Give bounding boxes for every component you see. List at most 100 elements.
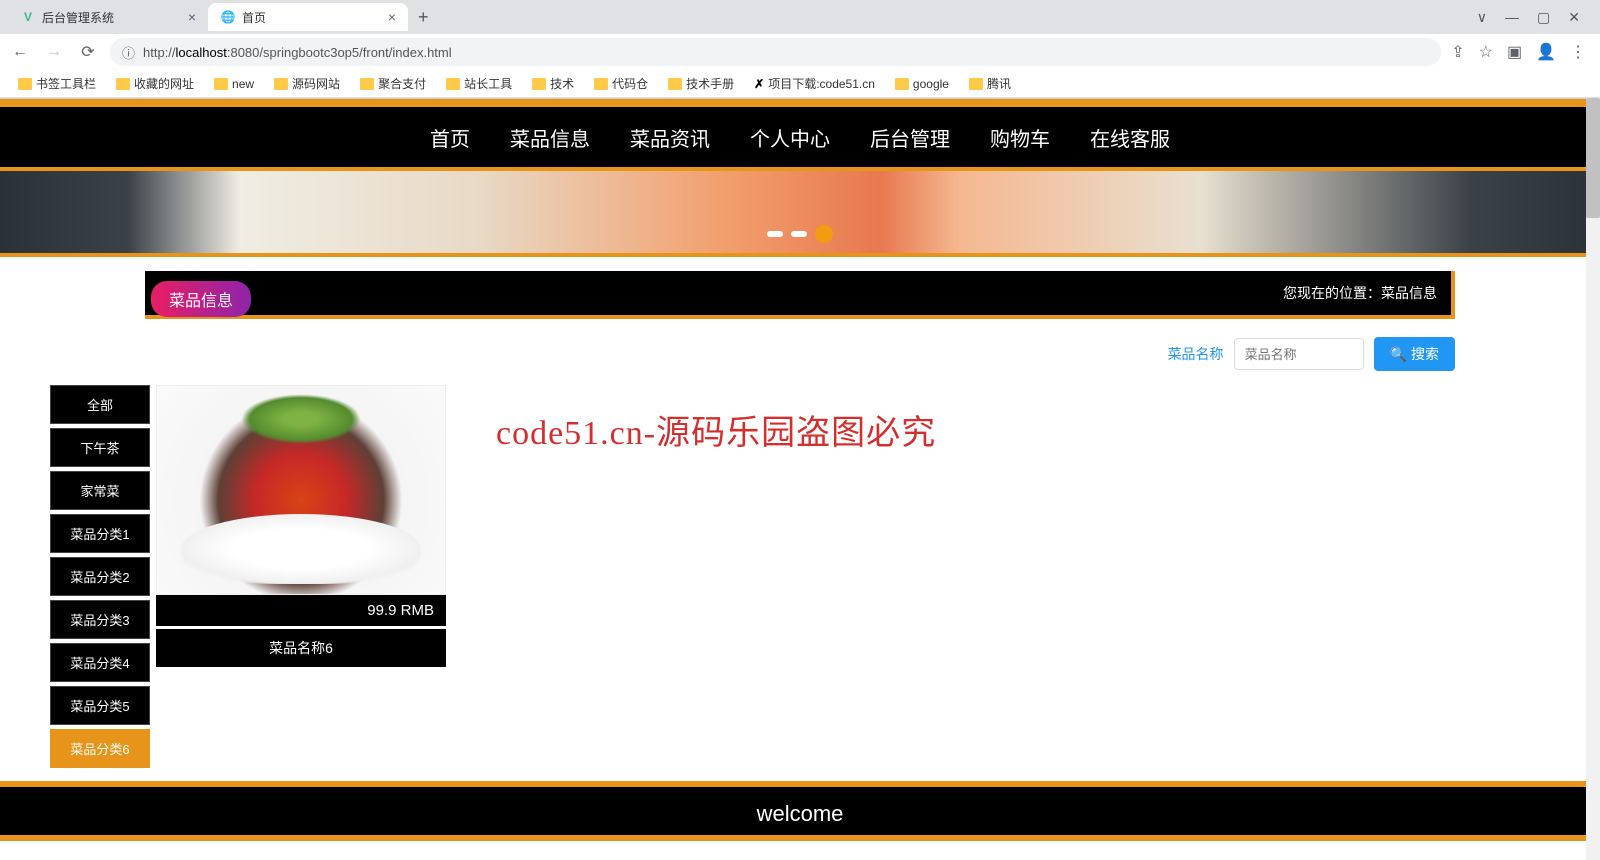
- bookmark-item[interactable]: 代码仓: [586, 73, 656, 94]
- category-button[interactable]: 菜品分类2: [50, 557, 150, 596]
- tab-bar: V 后台管理系统 × 🌐 首页 × + ∨ — ▢ ✕: [0, 0, 1600, 34]
- close-icon[interactable]: ×: [388, 9, 396, 25]
- carousel-dot-3[interactable]: [815, 225, 833, 243]
- category-sidebar: 全部下午茶家常菜菜品分类1 菜品分类2 菜品分类3 菜品分类4 菜品分类5 菜品分类6: [50, 385, 150, 768]
- browser-chrome: V 后台管理系统 × 🌐 首页 × + ∨ — ▢ ✕ ← → ⟳ ⓘ http…: [0, 0, 1600, 99]
- main-nav: 首页 菜品信息 菜品资讯 个人中心 后台管理 购物车 在线客服: [0, 107, 1600, 167]
- reload-button[interactable]: ⟳: [76, 40, 100, 64]
- vue-favicon: V: [20, 9, 36, 25]
- folder-icon: [594, 78, 608, 90]
- category-button[interactable]: 菜品分类6: [50, 729, 150, 768]
- section-title-bar: 菜品信息 您现在的位置：菜品信息: [145, 271, 1455, 319]
- menu-icon[interactable]: ⋮: [1570, 42, 1586, 62]
- star-icon[interactable]: ☆: [1479, 42, 1493, 62]
- bookmark-label: new: [232, 77, 254, 91]
- folder-icon: [214, 78, 228, 90]
- scrollbar-thumb[interactable]: [1586, 98, 1600, 218]
- bookmark-label: 聚合支付: [378, 75, 426, 92]
- nav-link[interactable]: 后台管理: [870, 123, 950, 152]
- new-tab-button[interactable]: +: [408, 7, 439, 28]
- address-actions: ⇪ ☆ ▣ 👤 ⋮: [1451, 42, 1592, 62]
- page-content: 首页菜品信息菜品资讯个人中心后台管理购物车在线客服 菜品信息 您现在的位置：菜品…: [0, 99, 1600, 841]
- share-icon[interactable]: ⇪: [1451, 42, 1464, 62]
- category-button[interactable]: 家常菜: [50, 471, 150, 510]
- nav-link[interactable]: 个人中心: [750, 123, 830, 152]
- url-port: :8080: [227, 45, 260, 60]
- bookmark-item[interactable]: new: [206, 75, 262, 93]
- url-path: /springbootc3op5/front/index.html: [259, 45, 451, 60]
- bookmark-item[interactable]: 技术: [524, 73, 582, 94]
- bookmark-item[interactable]: 腾讯: [961, 73, 1019, 94]
- profile-icon[interactable]: 👤: [1536, 42, 1556, 62]
- carousel-dot-2[interactable]: [791, 231, 807, 237]
- bookmarks-bar: 书签工具栏 收藏的网址 new 源码网站 聚合支付 站长工具 技术代码仓技术手册 ✗ 项目下载:…: [0, 70, 1600, 98]
- globe-icon: 🌐: [220, 9, 236, 25]
- section-title: 菜品信息: [151, 281, 251, 317]
- url-input[interactable]: ⓘ http://localhost:8080/springbootc3op5/…: [110, 38, 1441, 66]
- nav-link[interactable]: 购物车: [990, 123, 1050, 152]
- category-button[interactable]: 菜品分类3: [50, 600, 150, 639]
- footer-text: welcome: [757, 801, 844, 826]
- product-area: 99.9 RMB 菜品名称6 code51.cn-源码乐园盗图必究: [156, 385, 1455, 768]
- back-button[interactable]: ←: [8, 40, 32, 64]
- folder-icon: [18, 78, 32, 90]
- main-grid: 全部下午茶家常菜菜品分类1 菜品分类2 菜品分类3 菜品分类4 菜品分类5 菜品分类6 9…: [50, 385, 1455, 768]
- bookmark-label: 站长工具: [464, 75, 512, 92]
- nav-link[interactable]: 菜品信息: [510, 123, 590, 152]
- category-button[interactable]: 全部: [50, 385, 150, 424]
- bookmark-label: 技术: [550, 75, 574, 92]
- product-card[interactable]: 99.9 RMB 菜品名称6: [156, 385, 446, 667]
- carousel-dot-1[interactable]: [767, 231, 783, 237]
- breadcrumb-prefix: 您现在的位置：: [1283, 285, 1381, 301]
- vertical-scrollbar[interactable]: [1586, 98, 1600, 860]
- maximize-icon[interactable]: ▢: [1537, 9, 1550, 26]
- category-button[interactable]: 下午茶: [50, 428, 150, 467]
- bookmark-label: 源码网站: [292, 75, 340, 92]
- extensions-icon[interactable]: ▣: [1507, 42, 1522, 62]
- chevron-down-icon[interactable]: ∨: [1477, 9, 1487, 26]
- minimize-icon[interactable]: —: [1505, 9, 1519, 26]
- folder-icon: [274, 78, 288, 90]
- bookmark-item[interactable]: 书签工具栏: [10, 73, 104, 94]
- product-image: [156, 385, 446, 595]
- bookmark-item[interactable]: 技术手册: [660, 73, 742, 94]
- bookmark-item[interactable]: ✗ 项目下载:code51.cn: [746, 73, 883, 94]
- folder-icon: [116, 78, 130, 90]
- tab-title: 首页: [242, 9, 266, 26]
- search-row: 菜品名称 🔍 搜索: [145, 319, 1455, 385]
- bookmark-item[interactable]: 收藏的网址: [108, 73, 202, 94]
- bookmark-label: 项目下载:code51.cn: [768, 75, 875, 92]
- folder-icon: [532, 78, 546, 90]
- bookmark-item[interactable]: 源码网站: [266, 73, 348, 94]
- search-icon: 🔍: [1390, 346, 1407, 363]
- bookmark-item[interactable]: 站长工具: [438, 73, 520, 94]
- bookmark-label: google: [913, 77, 949, 91]
- category-button[interactable]: 菜品分类4: [50, 643, 150, 682]
- category-button[interactable]: 菜品分类1: [50, 514, 150, 553]
- watermark-text: code51.cn-源码乐园盗图必究: [496, 405, 936, 454]
- search-input[interactable]: [1234, 338, 1364, 370]
- bookmark-label: 腾讯: [987, 75, 1011, 92]
- bookmark-item[interactable]: 聚合支付: [352, 73, 434, 94]
- folder-icon: [895, 78, 909, 90]
- category-button[interactable]: 菜品分类5: [50, 686, 150, 725]
- url-host: localhost: [176, 45, 227, 60]
- folder-icon: [668, 78, 682, 90]
- bookmark-item[interactable]: google: [887, 75, 957, 93]
- forward-button[interactable]: →: [42, 40, 66, 64]
- nav-link[interactable]: 菜品资讯: [630, 123, 710, 152]
- content-wrap: 菜品信息 您现在的位置：菜品信息 菜品名称 🔍 搜索 全部下午茶家常菜菜品分类1…: [0, 257, 1600, 841]
- tab-home[interactable]: 🌐 首页 ×: [208, 3, 408, 31]
- bookmark-label: 收藏的网址: [134, 75, 194, 92]
- close-icon[interactable]: ×: [188, 9, 196, 25]
- folder-icon: [446, 78, 460, 90]
- nav-link[interactable]: 在线客服: [1090, 123, 1170, 152]
- nav-link[interactable]: 首页: [430, 123, 470, 152]
- info-icon: ⓘ: [122, 43, 135, 62]
- top-border: [0, 99, 1600, 107]
- footer: welcome: [0, 781, 1600, 841]
- close-window-icon[interactable]: ✕: [1568, 9, 1580, 26]
- site-icon: ✗: [754, 77, 764, 91]
- search-button[interactable]: 🔍 搜索: [1374, 337, 1455, 371]
- tab-admin[interactable]: V 后台管理系统 ×: [8, 3, 208, 31]
